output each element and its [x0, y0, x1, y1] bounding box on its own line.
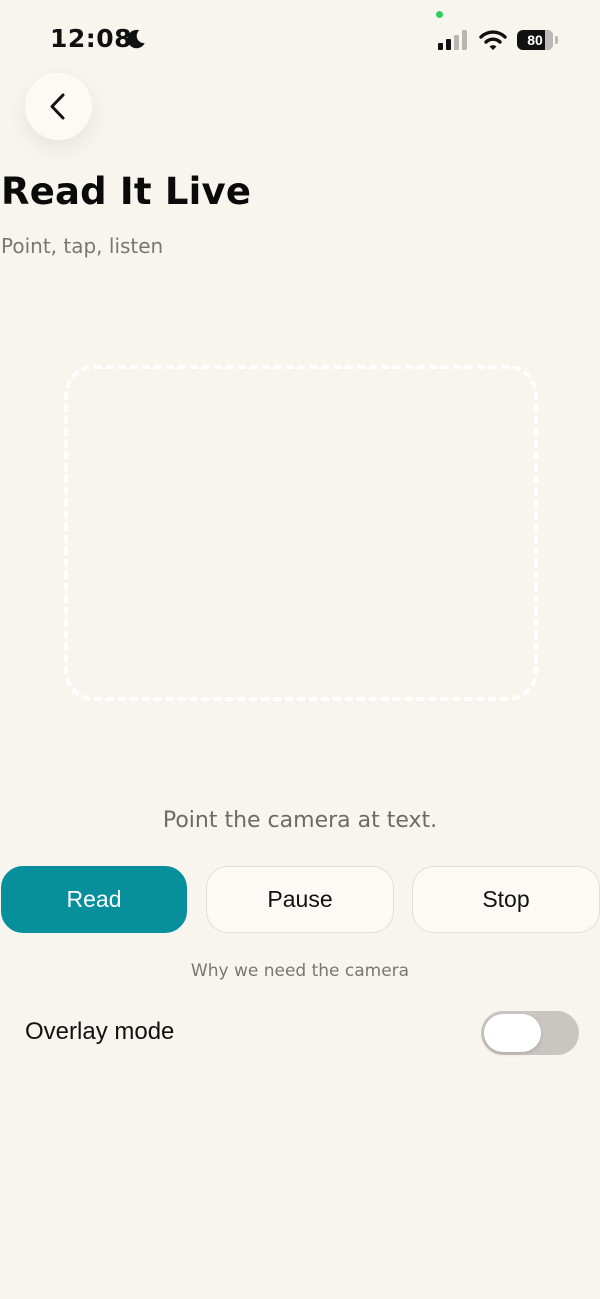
back-button[interactable] — [25, 73, 92, 140]
camera-viewfinder-frame — [64, 365, 538, 701]
page-title: Read It Live — [1, 170, 252, 213]
screen: 12:08 80 Read It Live Point, tap, listen… — [0, 0, 600, 1299]
camera-in-use-indicator — [436, 11, 443, 18]
page-subtitle: Point, tap, listen — [1, 234, 164, 258]
chevron-left-icon — [50, 93, 65, 120]
read-button[interactable]: Read — [1, 866, 187, 933]
status-bar: 12:08 80 — [0, 0, 600, 80]
camera-hint: Point the camera at text. — [162, 808, 438, 833]
overlay-mode-toggle[interactable] — [481, 1011, 579, 1055]
battery-icon: 80 — [517, 30, 553, 50]
battery-level: 80 — [527, 32, 543, 48]
stop-button[interactable]: Stop — [412, 866, 600, 933]
battery-cap — [555, 36, 558, 44]
status-time: 12:08 — [50, 24, 133, 53]
camera-permission-link[interactable]: Why we need the camera — [0, 961, 600, 981]
moon-icon — [127, 29, 145, 49]
pause-button[interactable]: Pause — [206, 866, 394, 933]
overlay-mode-label: Overlay mode — [25, 1018, 175, 1045]
toggle-knob — [484, 1014, 541, 1052]
cellular-signal-icon — [438, 30, 467, 50]
wifi-icon — [479, 30, 507, 50]
